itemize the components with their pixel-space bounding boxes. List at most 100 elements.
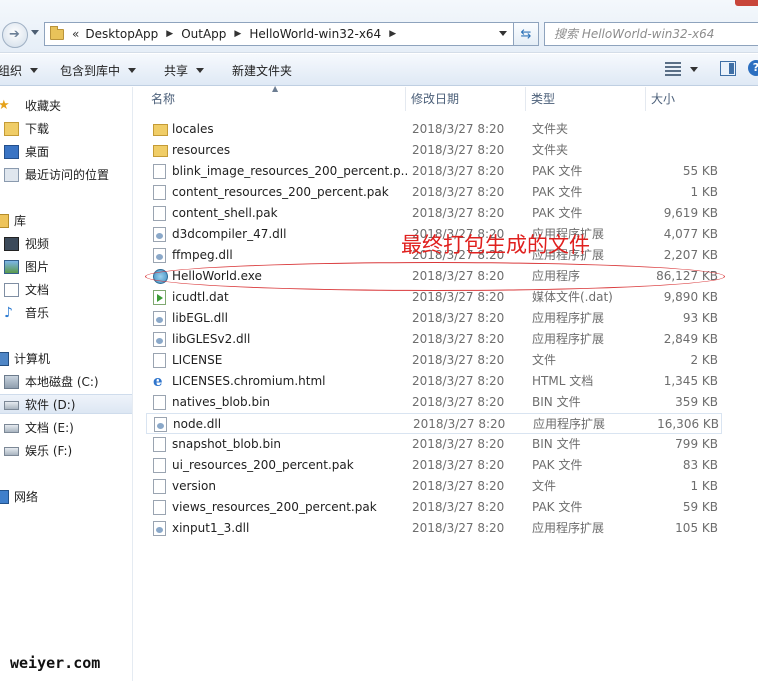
file-size: 9,890 KB (663, 290, 718, 304)
nav-libraries[interactable]: 库 (0, 211, 132, 231)
file-row[interactable]: resources 2018/3/27 8:20 文件夹 (146, 140, 722, 161)
nav-label: 图片 (25, 260, 50, 274)
file-icon (153, 353, 166, 368)
refresh-button[interactable]: ⇆ (513, 22, 539, 46)
nav-recent-places[interactable]: 最近访问的位置 (0, 165, 132, 185)
dll-icon (153, 311, 166, 326)
file-row[interactable]: content_shell.pak 2018/3/27 8:20 PAK 文件 9,6… (146, 203, 722, 224)
breadcrumb-outapp[interactable]: OutApp (181, 27, 226, 41)
recent-places-icon (4, 168, 19, 182)
breadcrumb-overflow[interactable]: « (72, 27, 79, 41)
file-row[interactable]: libEGL.dll 2018/3/27 8:20 应用程序扩展 93 KB (146, 308, 722, 329)
file-row[interactable]: snapshot_blob.bin 2018/3/27 8:20 BIN 文件 799… (146, 434, 722, 455)
file-size: 359 KB (675, 395, 718, 409)
breadcrumb-desktopapp[interactable]: DesktopApp (85, 27, 158, 41)
column-header-name[interactable]: 名称 (146, 87, 406, 111)
file-type: 文件夹 (532, 122, 569, 136)
file-row[interactable]: views_resources_200_percent.pak 2018/3/27… (146, 497, 722, 518)
file-type: PAK 文件 (532, 206, 583, 220)
downloads-folder-icon (4, 122, 19, 136)
new-folder-button[interactable]: 新建文件夹 (232, 62, 292, 79)
include-in-library-button[interactable]: 包含到库中 (60, 62, 137, 79)
preview-pane-icon[interactable] (720, 61, 736, 76)
chevron-right-icon[interactable]: ▶ (166, 29, 173, 39)
picture-icon (4, 260, 19, 274)
nav-label: 本地磁盘 (C:) (25, 375, 99, 389)
file-type: PAK 文件 (532, 500, 583, 514)
file-name: natives_blob.bin (172, 395, 271, 409)
nav-downloads[interactable]: 下载 (0, 119, 132, 139)
nav-pictures[interactable]: 图片 (0, 257, 132, 277)
nav-drive-d[interactable]: 软件 (D:) (0, 394, 132, 414)
file-name: content_resources_200_percent.pak (172, 185, 389, 199)
column-header-size[interactable]: 大小 (646, 87, 758, 111)
nav-drive-f[interactable]: 娱乐 (F:) (0, 441, 132, 461)
file-name: libEGL.dll (172, 311, 228, 325)
file-name: locales (172, 122, 214, 136)
file-type: 应用程序扩展 (532, 332, 605, 346)
organize-button[interactable]: 组织 (0, 62, 39, 79)
share-button[interactable]: 共享 (164, 62, 205, 79)
file-size: 1,345 KB (663, 374, 718, 388)
file-row[interactable]: node.dll 2018/3/27 8:20 应用程序扩展 16,306 KB (146, 413, 722, 434)
window-close-button[interactable] (735, 0, 758, 6)
file-row[interactable]: natives_blob.bin 2018/3/27 8:20 BIN 文件 359 … (146, 392, 722, 413)
search-input[interactable]: 搜索 HelloWorld-win32-x64 (544, 22, 758, 46)
file-date: 2018/3/27 8:20 (412, 143, 505, 157)
nav-label: 娱乐 (F:) (25, 444, 73, 458)
file-date: 2018/3/27 8:20 (412, 374, 505, 388)
recent-pages-dropdown[interactable] (31, 30, 39, 35)
file-row[interactable]: ui_resources_200_percent.pak 2018/3/27 8:… (146, 455, 722, 476)
file-icon (153, 395, 166, 410)
system-drive-icon (4, 375, 19, 389)
nav-network[interactable]: 网络 (0, 487, 132, 507)
file-row[interactable]: xinput1_3.dll 2018/3/27 8:20 应用程序扩展 105 KB (146, 518, 722, 539)
forward-button[interactable]: ➔ (2, 22, 28, 48)
column-header-type[interactable]: 类型 (526, 87, 646, 111)
file-date: 2018/3/27 8:20 (412, 164, 505, 178)
file-row[interactable]: locales 2018/3/27 8:20 文件夹 (146, 119, 722, 140)
file-icon (153, 437, 166, 452)
address-bar[interactable]: « DesktopApp ▶ OutApp ▶ HelloWorld-win32… (44, 22, 514, 46)
chevron-down-icon (128, 68, 137, 73)
nav-documents[interactable]: 文档 (0, 280, 132, 300)
file-icon (153, 479, 166, 494)
file-size: 83 KB (682, 458, 718, 472)
file-row[interactable]: version 2018/3/27 8:20 文件 1 KB (146, 476, 722, 497)
file-date: 2018/3/27 8:20 (412, 332, 505, 346)
video-icon (4, 237, 19, 251)
nav-desktop[interactable]: 桌面 (0, 142, 132, 162)
nav-drive-c[interactable]: 本地磁盘 (C:) (0, 372, 132, 392)
chevron-right-icon[interactable]: ▶ (389, 29, 396, 39)
nav-music[interactable]: ♪ 音乐 (0, 303, 132, 323)
file-name: ui_resources_200_percent.pak (172, 458, 354, 472)
chevron-right-icon[interactable]: ▶ (234, 29, 241, 39)
file-row[interactable]: LICENSE 2018/3/27 8:20 文件 2 KB (146, 350, 722, 371)
library-icon (0, 214, 9, 228)
nav-favorites[interactable]: ★ 收藏夹 (0, 96, 132, 116)
command-toolbar: 组织 包含到库中 共享 新建文件夹 (0, 54, 758, 86)
nav-label: 网络 (14, 490, 39, 504)
file-row[interactable]: blink_image_resources_200_percent.p... 20… (146, 161, 722, 182)
nav-videos[interactable]: 视频 (0, 234, 132, 254)
file-row[interactable]: e LICENSES.chromium.html 2018/3/27 8:20 HTM… (146, 371, 722, 392)
file-size: 2,849 KB (663, 332, 718, 346)
column-header-date[interactable]: 修改日期 (406, 87, 526, 111)
nav-label: 下载 (25, 122, 50, 136)
nav-label: 收藏夹 (25, 99, 62, 113)
file-date: 2018/3/27 8:20 (412, 458, 505, 472)
view-options-dropdown[interactable] (690, 67, 698, 72)
file-date: 2018/3/27 8:20 (412, 479, 505, 493)
breadcrumb-helloworld[interactable]: HelloWorld-win32-x64 (249, 27, 381, 41)
desktop-icon (4, 145, 19, 159)
file-row[interactable]: content_resources_200_percent.pak 2018/3/… (146, 182, 722, 203)
file-type: 文件 (532, 479, 557, 493)
view-options-icon[interactable] (665, 62, 681, 76)
nav-computer[interactable]: 计算机 (0, 349, 132, 369)
address-history-dropdown[interactable] (499, 31, 507, 36)
file-size: 59 KB (682, 500, 718, 514)
file-row[interactable]: libGLESv2.dll 2018/3/27 8:20 应用程序扩展 2,849 K… (146, 329, 722, 350)
nav-drive-e[interactable]: 文档 (E:) (0, 418, 132, 438)
music-icon: ♪ (4, 305, 13, 321)
help-icon[interactable]: ? (748, 60, 758, 76)
